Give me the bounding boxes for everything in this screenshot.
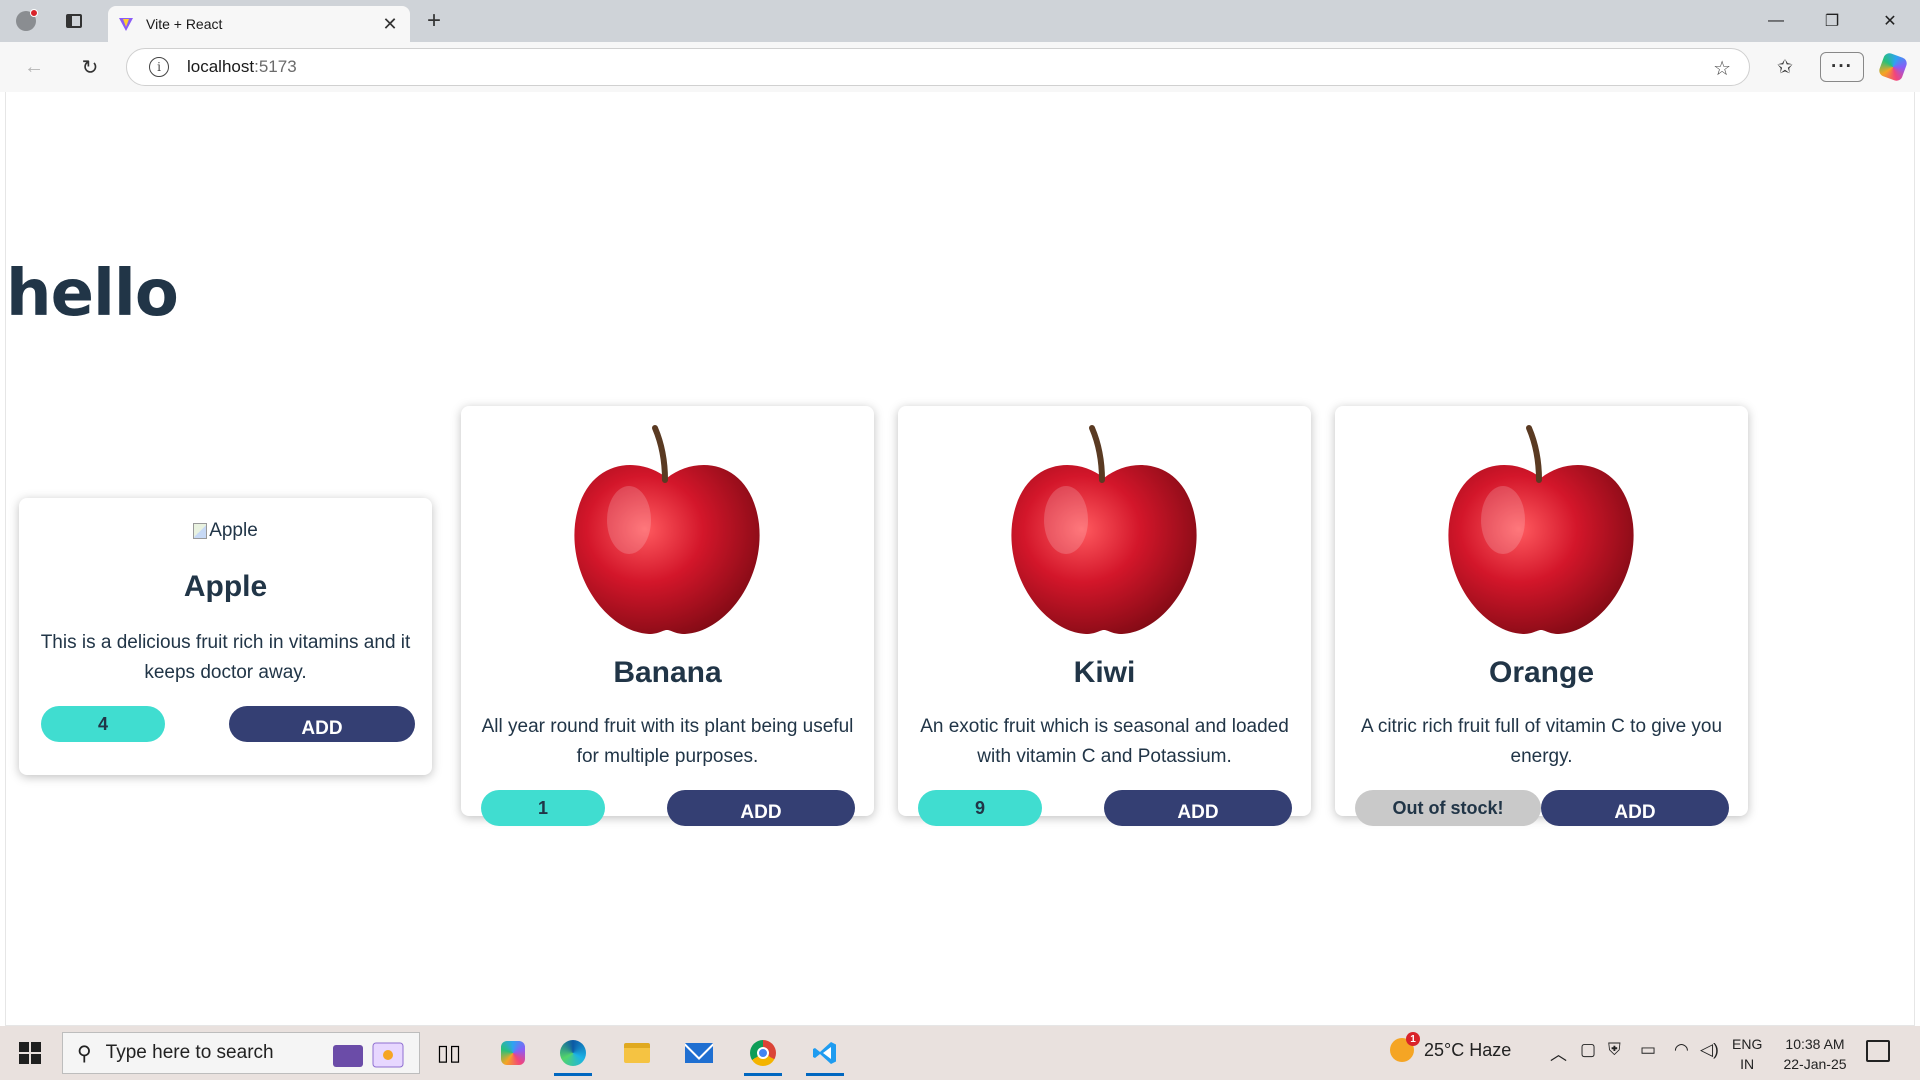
product-card-banana: Banana All year round fruit with its pla… <box>461 406 874 826</box>
chrome-icon[interactable] <box>738 1030 788 1076</box>
product-name: Orange <box>1488 656 1595 689</box>
broken-image: Apple <box>19 520 432 542</box>
wifi-icon[interactable]: ◠ <box>1674 1040 1689 1060</box>
reload-icon[interactable]: ↻ <box>74 52 106 82</box>
profile-icon[interactable] <box>12 7 40 35</box>
copilot-icon[interactable] <box>1876 51 1910 83</box>
weather-widget[interactable]: 1 25°C Haze <box>1390 1032 1512 1062</box>
red-apple-image <box>1448 425 1634 634</box>
weather-icon: 1 <box>1390 1032 1420 1062</box>
product-name: Kiwi <box>1073 656 1136 689</box>
system-clock[interactable]: 10:38 AM 22-Jan-25 <box>1780 1034 1850 1074</box>
favorites-icon[interactable]: ✩ <box>1768 52 1802 82</box>
product-name: Apple <box>183 570 268 603</box>
stock-count-badge: 4 <box>41 706 165 742</box>
browser-tab[interactable]: Vite + React ✕ <box>108 6 410 42</box>
tab-title: Vite + React <box>146 16 223 32</box>
red-apple-image <box>1011 425 1197 634</box>
restore-window-icon[interactable]: ❐ <box>1804 0 1860 42</box>
address-bar[interactable]: i localhost:5173 ☆ <box>126 48 1750 86</box>
close-window-icon[interactable]: ✕ <box>1862 0 1918 42</box>
taskbar-search-box[interactable]: ⚲ Type here to search <box>62 1032 420 1074</box>
search-placeholder: Type here to search <box>105 1042 274 1063</box>
product-description: All year round fruit with its plant bein… <box>481 716 854 767</box>
product-card-apple: Apple Apple This is a delicious fruit ri… <box>19 498 432 775</box>
stock-count-badge: 1 <box>481 790 605 826</box>
edge-browser-icon[interactable] <box>548 1030 598 1076</box>
page-viewport: hello Apple Apple This is a delicious fr… <box>5 92 1915 1026</box>
copilot-taskbar-icon[interactable] <box>488 1030 538 1076</box>
language-indicator[interactable]: ENG IN <box>1732 1034 1762 1074</box>
meet-now-icon[interactable]: ▢ <box>1580 1040 1596 1060</box>
new-tab-icon[interactable]: + <box>420 7 448 35</box>
product-description: An exotic fruit which is seasonal and lo… <box>920 716 1289 767</box>
more-menu-icon[interactable]: ··· <box>1820 52 1864 82</box>
vite-logo-icon <box>118 16 134 32</box>
product-card-orange: Orange A citric rich fruit full of vitam… <box>1335 406 1748 826</box>
battery-icon[interactable]: ▭ <box>1640 1040 1656 1060</box>
add-button[interactable]: ADD <box>1104 790 1292 826</box>
broken-image-icon <box>193 523 208 539</box>
close-tab-icon[interactable]: ✕ <box>380 14 400 35</box>
security-icon[interactable]: ⛨ <box>1608 1040 1621 1060</box>
file-explorer-icon[interactable] <box>612 1030 662 1076</box>
add-button[interactable]: ADD <box>1541 790 1729 826</box>
volume-icon[interactable]: ◁) <box>1700 1040 1719 1060</box>
search-highlight-icon <box>333 1042 404 1068</box>
url-text[interactable]: localhost:5173 <box>187 57 297 77</box>
page-heading: hello <box>6 257 179 331</box>
browser-toolbar: ← ↻ i localhost:5173 ☆ ✩ ··· <box>0 42 1920 92</box>
back-arrow-icon[interactable]: ← <box>18 52 50 82</box>
image-alt-text: Apple <box>209 520 258 541</box>
browser-tab-bar: Vite + React ✕ + — ❐ ✕ <box>0 0 1920 42</box>
task-view-icon[interactable]: ▯▯ <box>424 1030 474 1076</box>
product-description: This is a delicious fruit rich in vitami… <box>40 632 411 683</box>
notifications-icon[interactable] <box>1866 1040 1890 1062</box>
minimize-window-icon[interactable]: — <box>1748 0 1804 42</box>
product-name: Banana <box>613 656 722 689</box>
weather-text: 25°C Haze <box>1424 1039 1512 1060</box>
mail-icon[interactable] <box>674 1030 724 1076</box>
product-description: A citric rich fruit full of vitamin C to… <box>1360 716 1723 767</box>
search-icon: ⚲ <box>77 1042 92 1065</box>
stock-count-badge: 9 <box>918 790 1042 826</box>
add-button[interactable]: ADD <box>229 706 415 742</box>
add-button[interactable]: ADD <box>667 790 855 826</box>
product-card-kiwi: Kiwi An exotic fruit which is seasonal a… <box>898 406 1311 826</box>
site-info-icon[interactable]: i <box>149 57 169 77</box>
show-hidden-icons-icon[interactable]: ︿ <box>1550 1040 1567 1065</box>
out-of-stock-badge: Out of stock! <box>1355 790 1541 826</box>
vscode-icon[interactable] <box>800 1030 850 1076</box>
favorite-star-icon[interactable]: ☆ <box>1713 56 1731 81</box>
tab-actions-icon[interactable] <box>60 7 88 35</box>
red-apple-image <box>574 425 760 634</box>
windows-start-icon[interactable] <box>10 1038 50 1068</box>
windows-taskbar: ⚲ Type here to search ▯▯ 1 25°C Haze ︿ ▢… <box>0 1026 1920 1080</box>
